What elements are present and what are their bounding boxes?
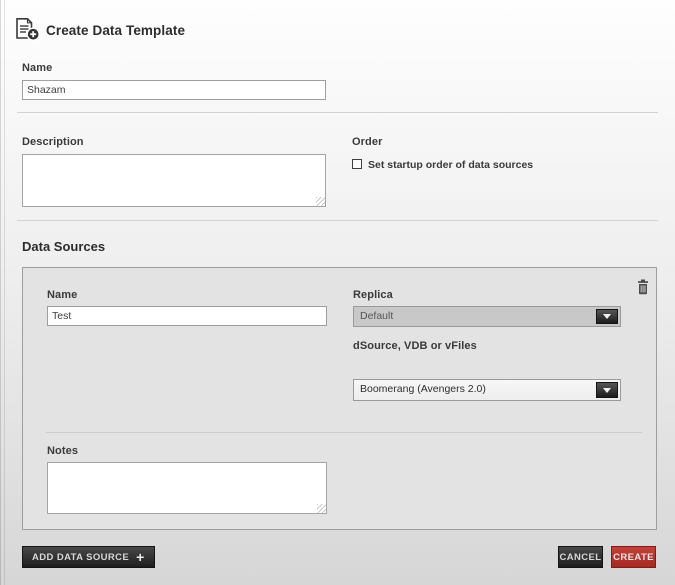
dataset-select-value: Boomerang (Avengers 2.0) [354,380,620,399]
replica-select-value: Default [354,307,620,326]
delete-data-source-button[interactable] [636,279,650,295]
startup-order-checkbox-label[interactable]: Set startup order of data sources [368,159,533,171]
data-sources-heading: Data Sources [22,239,105,254]
add-data-source-label: ADD DATA SOURCE [32,552,129,563]
source-name-input[interactable] [47,306,327,326]
document-add-icon [14,17,40,41]
trash-icon [636,279,650,295]
notes-label: Notes [47,445,78,457]
notes-textarea[interactable] [47,462,327,514]
name-label: Name [22,62,52,74]
plus-icon: + [136,550,145,564]
description-textarea[interactable] [22,154,326,207]
replica-select-button[interactable] [596,309,618,324]
startup-order-checkbox[interactable] [352,159,362,169]
replica-label: Replica [353,289,393,301]
divider [17,220,658,221]
dataset-label: dSource, VDB or vFiles [353,340,477,352]
divider [17,112,658,113]
description-label: Description [22,136,84,148]
dataset-select[interactable]: Boomerang (Avengers 2.0) [353,379,621,401]
page-title: Create Data Template [46,23,185,38]
data-source-card: Name Replica Default dSource, VDB or vFi… [22,267,657,530]
card-divider [46,432,642,433]
add-data-source-button[interactable]: ADD DATA SOURCE + [22,546,155,568]
order-label: Order [352,136,382,148]
dataset-select-button[interactable] [596,382,618,398]
create-button[interactable]: CREATE [611,546,656,568]
caret-down-icon [603,388,611,393]
replica-select[interactable]: Default [353,306,621,327]
cancel-button[interactable]: CANCEL [558,546,603,568]
caret-down-icon [603,314,611,319]
create-data-template-dialog: Create Data Template Name Description Or… [0,0,675,585]
source-name-label: Name [47,289,77,301]
name-input[interactable] [22,80,326,100]
